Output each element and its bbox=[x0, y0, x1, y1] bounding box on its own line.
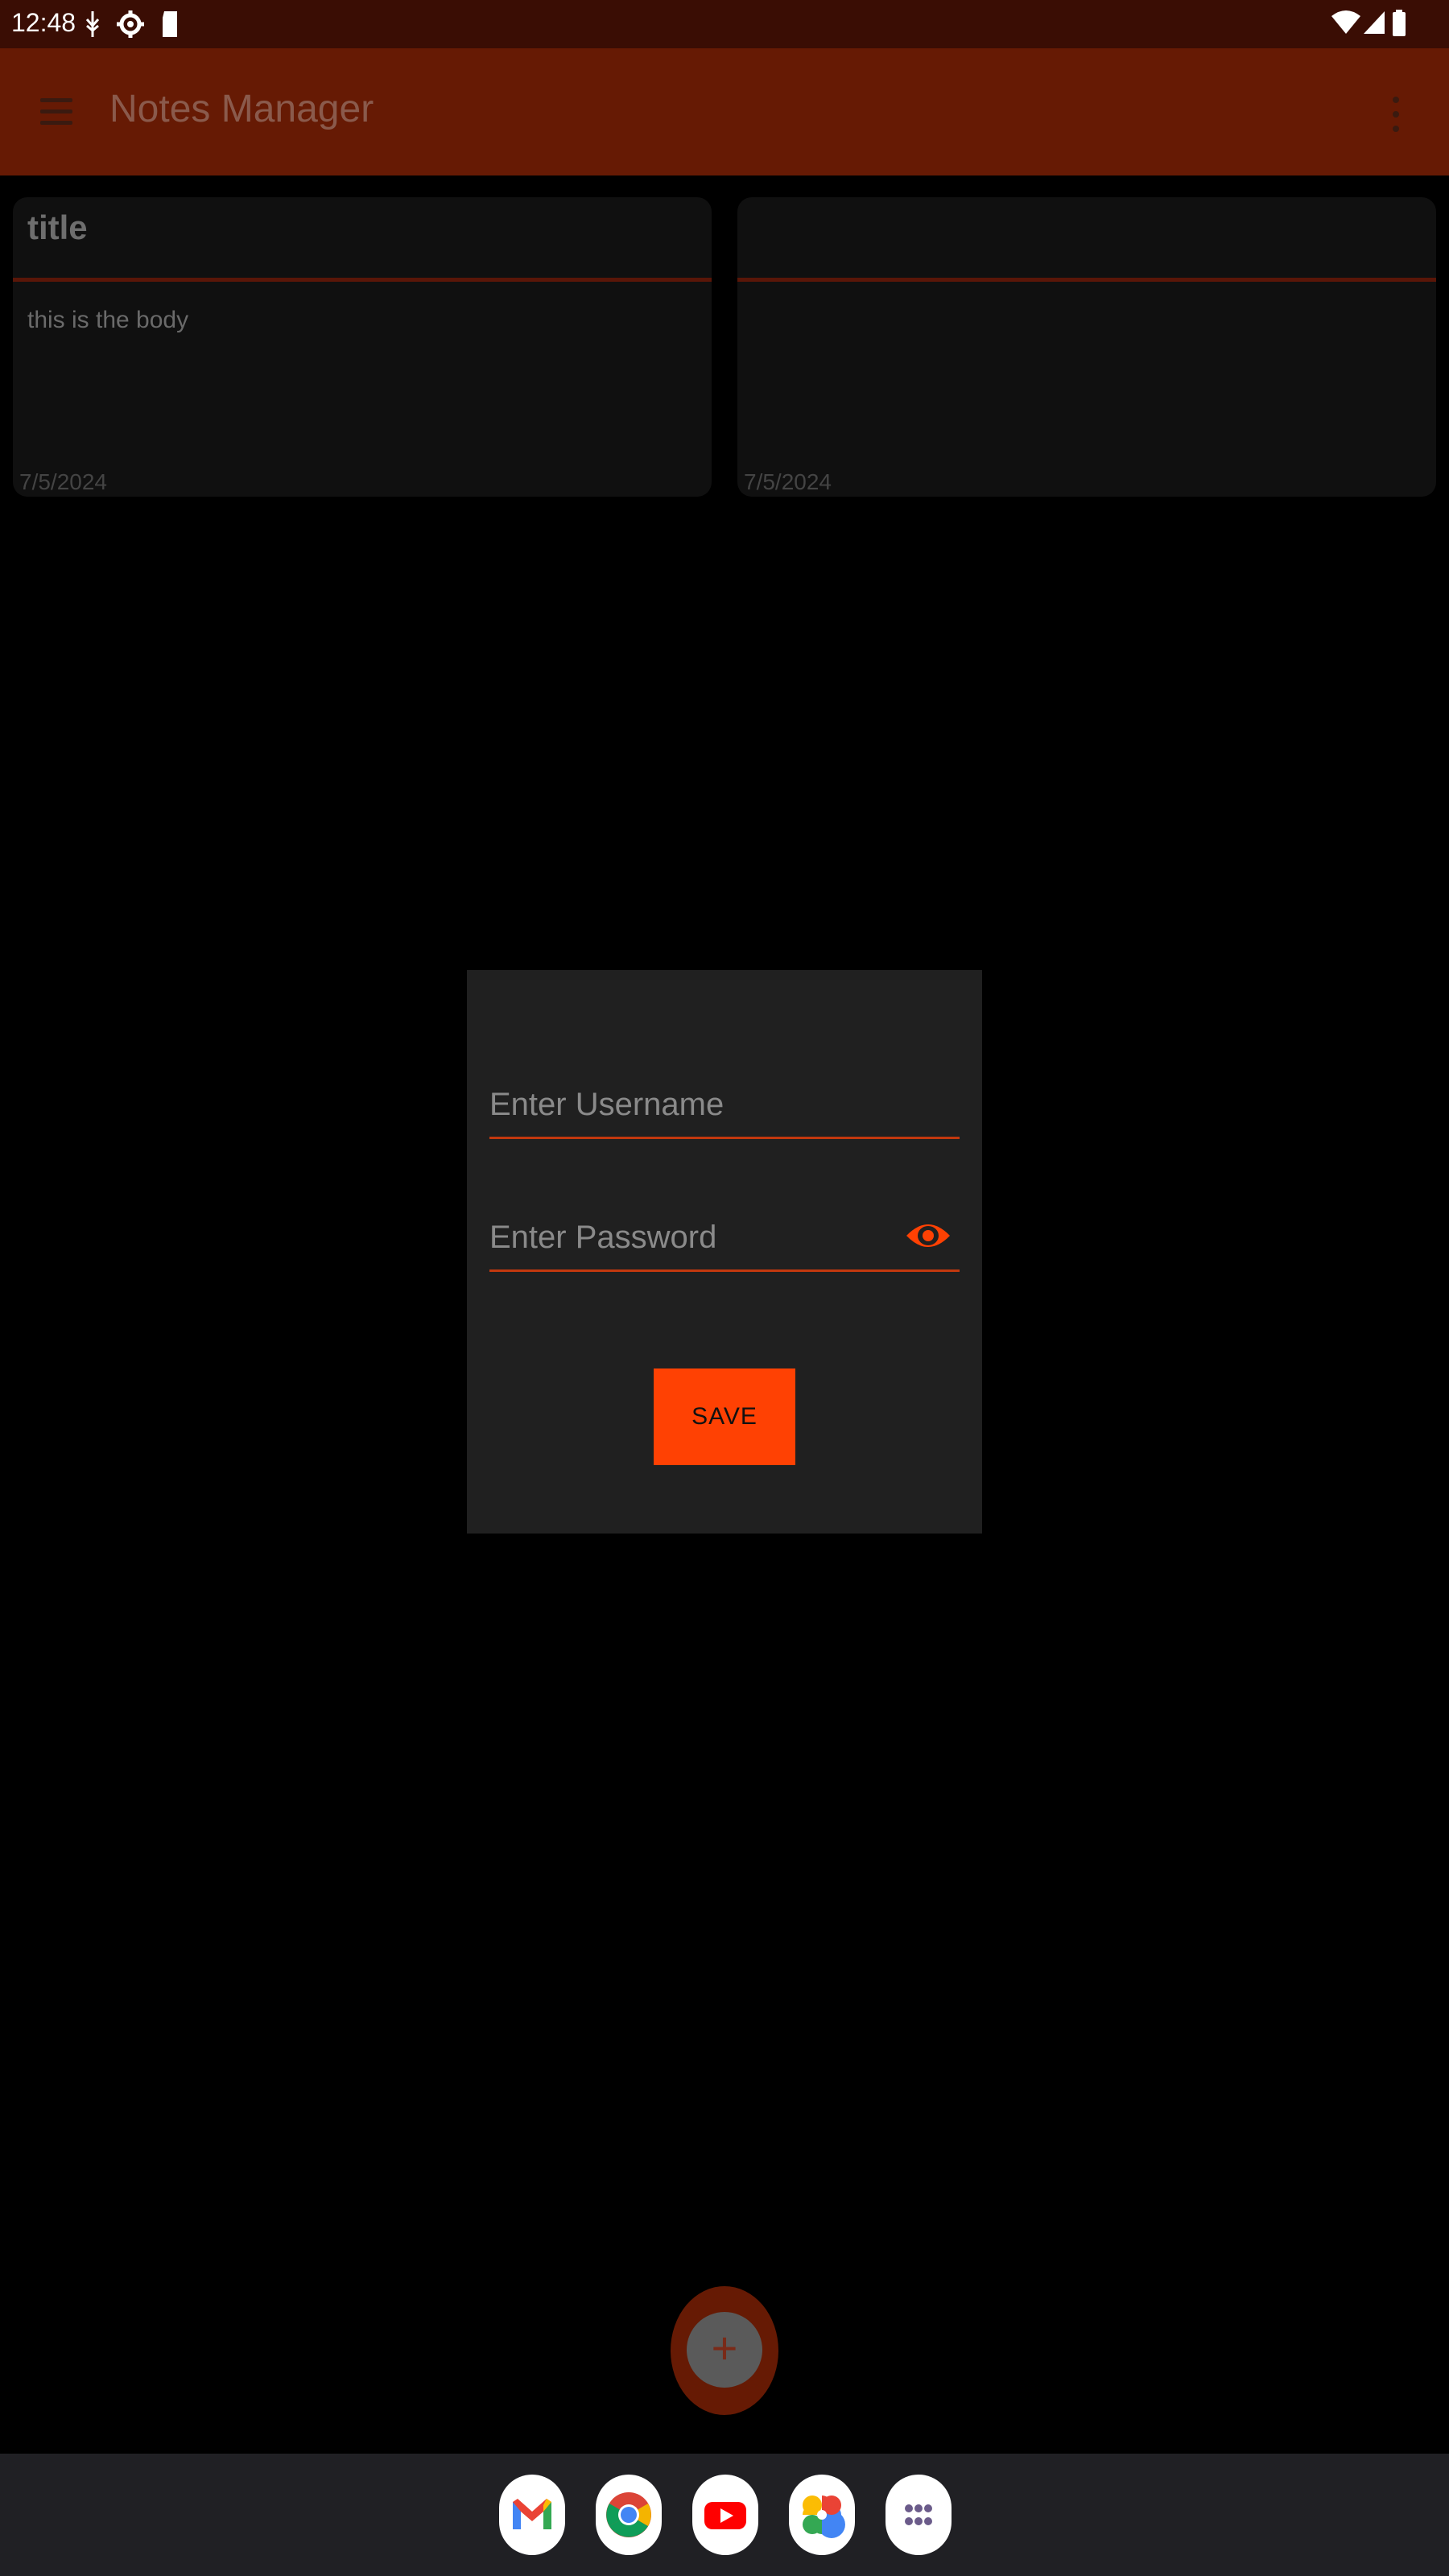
show-password-eye-icon[interactable] bbox=[905, 1216, 952, 1255]
save-button[interactable]: SAVE bbox=[654, 1368, 795, 1465]
cell-signal-icon bbox=[1362, 10, 1386, 39]
note-date: 7/5/2024 bbox=[744, 469, 832, 494]
overflow-menu-icon[interactable] bbox=[1391, 97, 1401, 132]
app-bar: Notes Manager bbox=[0, 48, 1449, 175]
fab-container: + bbox=[671, 2286, 778, 2415]
note-card[interactable]: title this is the body 7/5/2024 bbox=[13, 197, 712, 497]
app-drawer-icon[interactable] bbox=[886, 2475, 952, 2555]
app-title: Notes Manager bbox=[109, 88, 374, 130]
note-divider bbox=[737, 278, 1436, 282]
settings-gear-icon bbox=[116, 10, 145, 43]
wifi-icon bbox=[1331, 10, 1360, 39]
gmail-app-icon[interactable] bbox=[499, 2475, 565, 2555]
note-title: title bbox=[27, 208, 88, 246]
usb-debug-icon bbox=[84, 10, 101, 43]
youtube-app-icon[interactable] bbox=[692, 2475, 758, 2555]
status-bar: 12:48 bbox=[0, 0, 1449, 48]
battery-icon bbox=[1391, 10, 1407, 41]
note-body: this is the body bbox=[27, 307, 189, 333]
status-time: 12:48 bbox=[11, 8, 76, 37]
password-field bbox=[489, 1205, 960, 1272]
hamburger-menu-icon[interactable] bbox=[40, 98, 72, 126]
note-date: 7/5/2024 bbox=[19, 469, 107, 494]
username-field bbox=[489, 1072, 960, 1139]
photos-app-icon[interactable] bbox=[789, 2475, 855, 2555]
note-card[interactable]: 7/5/2024 bbox=[737, 197, 1436, 497]
sd-card-icon bbox=[159, 10, 180, 43]
login-dialog: SAVE bbox=[467, 970, 982, 1534]
note-divider bbox=[13, 278, 712, 282]
app-dock bbox=[0, 2454, 1449, 2576]
username-input[interactable] bbox=[489, 1072, 960, 1137]
chrome-app-icon[interactable] bbox=[596, 2475, 662, 2555]
add-note-button[interactable]: + bbox=[687, 2312, 762, 2388]
password-input[interactable] bbox=[489, 1205, 892, 1269]
